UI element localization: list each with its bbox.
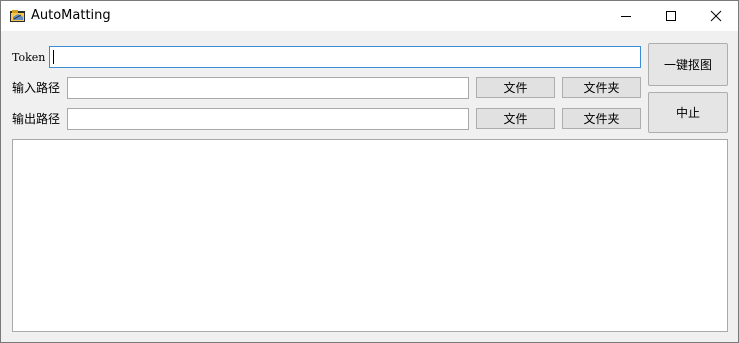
output-folder-button[interactable]: 文件夹 — [562, 108, 641, 129]
log-output-area[interactable] — [12, 139, 728, 332]
input-path-label: 输入路径 — [12, 81, 61, 95]
minimize-button[interactable] — [603, 1, 649, 31]
token-label: Token — [12, 51, 46, 64]
window-title: AutoMatting — [31, 8, 111, 23]
maximize-button[interactable] — [648, 1, 694, 31]
input-path-field[interactable] — [67, 77, 469, 99]
input-folder-button[interactable]: 文件夹 — [562, 77, 641, 98]
close-button[interactable] — [693, 1, 738, 31]
app-window: AutoMatting Token 输入路径 文件 文件夹 输出路径 文件 文件… — [0, 0, 739, 343]
stop-button[interactable]: 中止 — [648, 92, 728, 133]
minimize-icon — [620, 7, 632, 26]
output-file-button[interactable]: 文件 — [476, 108, 555, 129]
close-icon — [710, 7, 722, 26]
folder-app-icon — [9, 8, 27, 24]
maximize-icon — [665, 7, 677, 26]
input-file-button[interactable]: 文件 — [476, 77, 555, 98]
one-click-matting-button[interactable]: 一键抠图 — [648, 43, 728, 86]
output-path-label: 输出路径 — [12, 112, 61, 126]
output-path-field[interactable] — [67, 108, 469, 130]
title-bar[interactable]: AutoMatting — [1, 1, 738, 31]
text-caret — [53, 50, 54, 64]
token-input[interactable] — [49, 46, 641, 68]
